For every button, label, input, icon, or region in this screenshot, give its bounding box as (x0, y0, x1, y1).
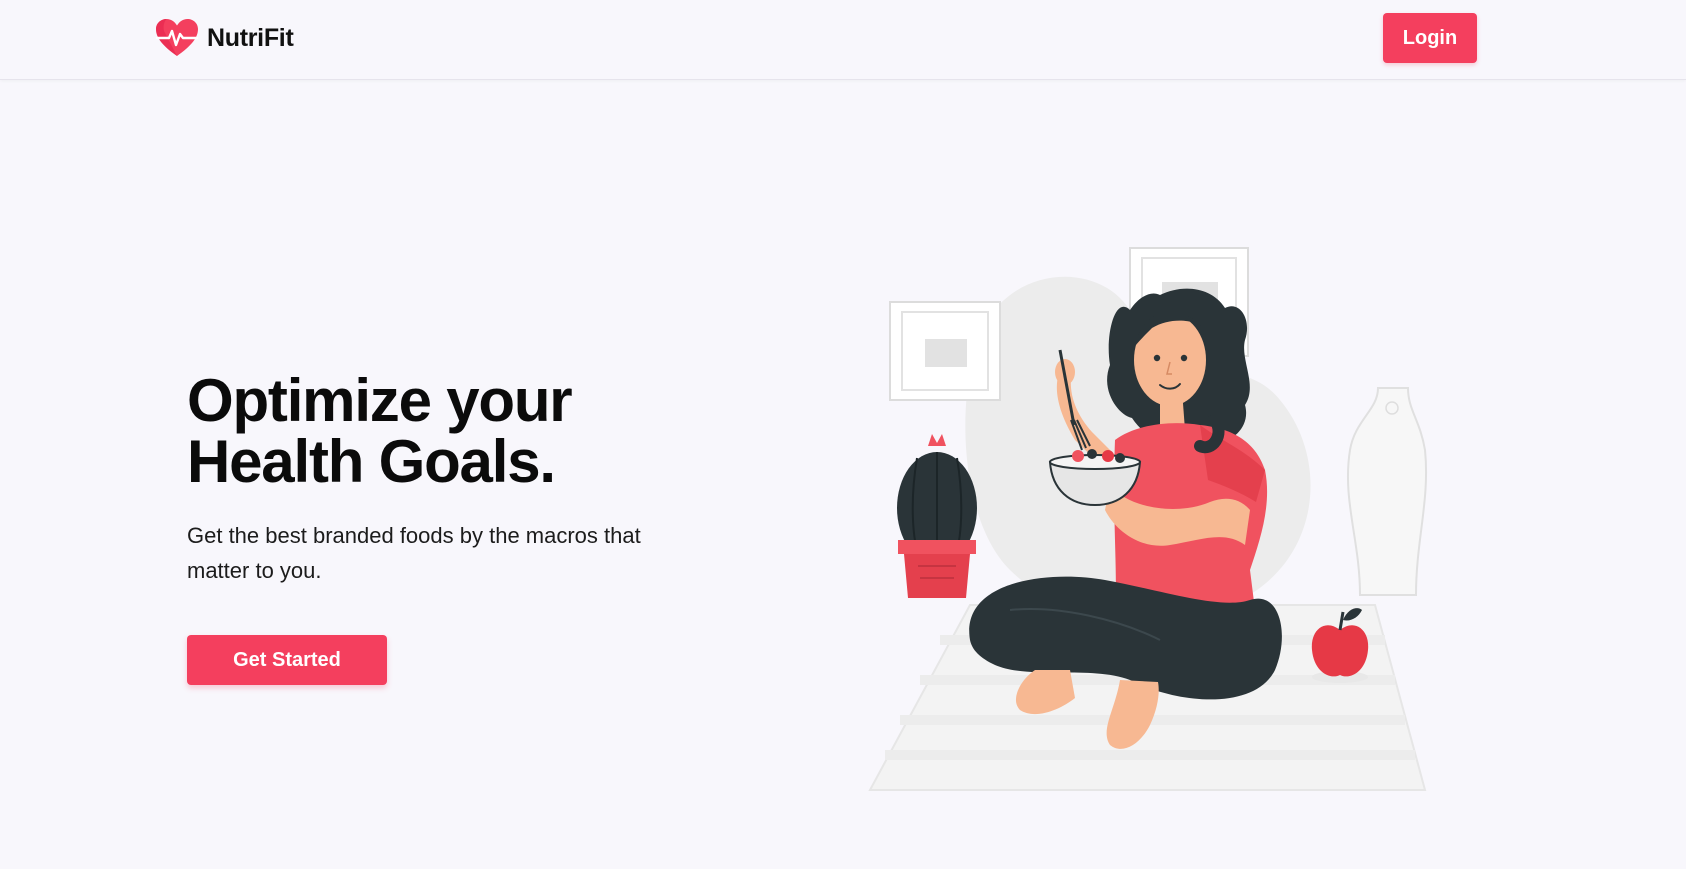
potted-cactus (897, 434, 977, 598)
hero-subtitle: Get the best branded foods by the macros… (187, 523, 641, 583)
hero-text-block: Optimize your Health Goals. Get the best… (187, 370, 707, 588)
hero-title-line-2: Health Goals. (187, 428, 556, 495)
login-button[interactable]: Login (1383, 13, 1477, 63)
top-navbar: NutriFit Login (0, 0, 1686, 80)
hero-illustration (860, 240, 1440, 800)
get-started-button[interactable]: Get Started (187, 635, 387, 685)
brand-logo-link[interactable]: NutriFit (155, 18, 294, 58)
hero-title: Optimize your Health Goals. (187, 370, 707, 492)
heart-pulse-icon (155, 18, 199, 58)
vase (1346, 387, 1428, 596)
brand-name: NutriFit (207, 23, 294, 52)
hero-title-line-1: Optimize your (187, 367, 573, 434)
wall-frame-left (889, 301, 1001, 401)
woman-eating-salad-illustration (868, 247, 1428, 791)
